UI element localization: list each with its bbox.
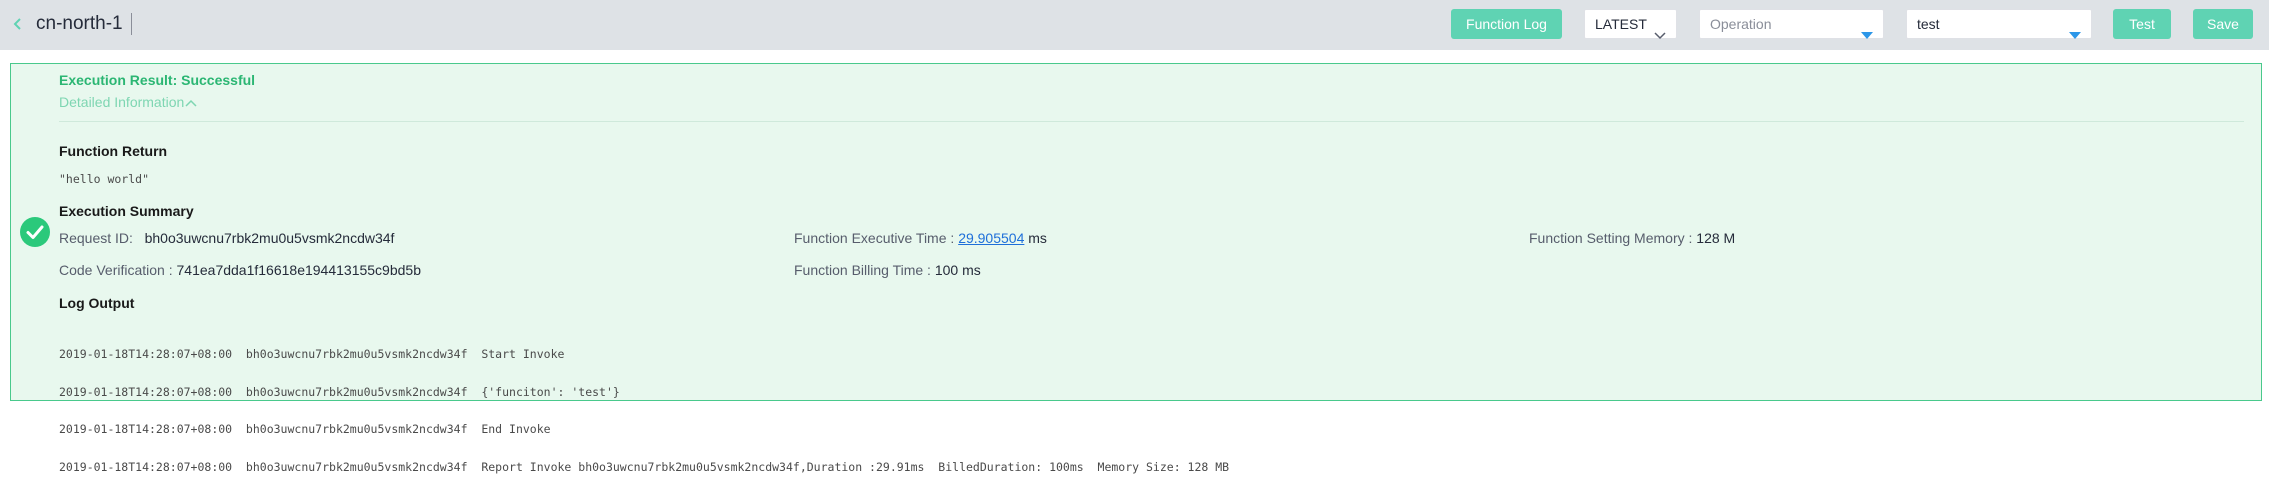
log-line: 2019-01-18T14:28:07+08:00 bh0o3uwcnu7rbk…: [59, 384, 620, 399]
version-select[interactable]: LATEST: [1584, 9, 1677, 40]
code-verification-row: Code Verification : 741ea7dda1f16618e194…: [59, 260, 421, 280]
code-verification-label: Code Verification :: [59, 262, 173, 278]
execution-result-panel: Execution Result: Successful Detailed In…: [10, 63, 2262, 473]
test-event-select[interactable]: test: [1906, 9, 2092, 39]
execution-status: Execution Result: Successful: [59, 72, 256, 88]
chevron-up-icon: [185, 100, 197, 107]
operation-placeholder: Operation: [1710, 16, 1772, 32]
divider: [59, 121, 2244, 122]
detailed-information-toggle[interactable]: Detailed Information: [59, 92, 197, 112]
billing-time-row: Function Billing Time : 100 ms: [794, 260, 981, 280]
execution-summary-heading: Execution Summary: [59, 203, 194, 219]
operation-select[interactable]: Operation: [1699, 9, 1884, 39]
exec-time-label: Function Executive Time :: [794, 230, 955, 246]
top-toolbar: cn-north-1 Function Log LATEST Operation…: [0, 0, 2269, 50]
function-log-button[interactable]: Function Log: [1451, 9, 1562, 39]
caret-down-icon: [1861, 21, 1873, 49]
chevron-down-icon: [1654, 21, 1666, 49]
function-return-value: "hello world": [59, 172, 150, 186]
log-line: 2019-01-18T14:28:07+08:00 bh0o3uwcnu7rbk…: [59, 347, 565, 361]
exec-time-unit: ms: [1028, 230, 1047, 246]
version-value: LATEST: [1595, 16, 1647, 32]
back-arrow-icon[interactable]: [10, 13, 26, 35]
save-button[interactable]: Save: [2193, 9, 2253, 39]
log-output-heading: Log Output: [59, 295, 135, 311]
detail-toggle-label: Detailed Information: [59, 94, 185, 110]
region-title: cn-north-1: [36, 13, 123, 34]
code-verification-value: 741ea7dda1f16618e194413155c9bd5b: [176, 262, 421, 278]
billing-time-value: 100 ms: [934, 262, 981, 278]
test-button[interactable]: Test: [2113, 9, 2171, 39]
request-id-row: Request ID: bh0o3uwcnu7rbk2mu0u5vsmk2ncd…: [59, 228, 394, 248]
log-line: 2019-01-18T14:28:07+08:00 bh0o3uwcnu7rbk…: [59, 422, 551, 436]
log-line: 2019-01-18T14:28:07+08:00 bh0o3uwcnu7rbk…: [59, 459, 1230, 474]
exec-time-link[interactable]: 29.905504: [958, 230, 1024, 246]
caret-down-icon: [2069, 21, 2081, 49]
memory-value: 128 M: [1696, 230, 1736, 246]
memory-row: Function Setting Memory : 128 M: [1529, 228, 1735, 248]
title-divider: [131, 13, 132, 35]
success-check-icon: [19, 216, 51, 248]
request-id-label: Request ID:: [59, 230, 133, 246]
log-output: 2019-01-18T14:28:07+08:00 bh0o3uwcnu7rbk…: [59, 323, 1229, 498]
request-id-value: bh0o3uwcnu7rbk2mu0u5vsmk2ncdw34f: [144, 230, 395, 246]
billing-time-label: Function Billing Time :: [794, 262, 931, 278]
memory-label: Function Setting Memory :: [1529, 230, 1693, 246]
function-return-heading: Function Return: [59, 143, 168, 159]
exec-time-row: Function Executive Time : 29.905504 ms: [794, 228, 1047, 248]
test-event-value: test: [1917, 16, 1940, 32]
